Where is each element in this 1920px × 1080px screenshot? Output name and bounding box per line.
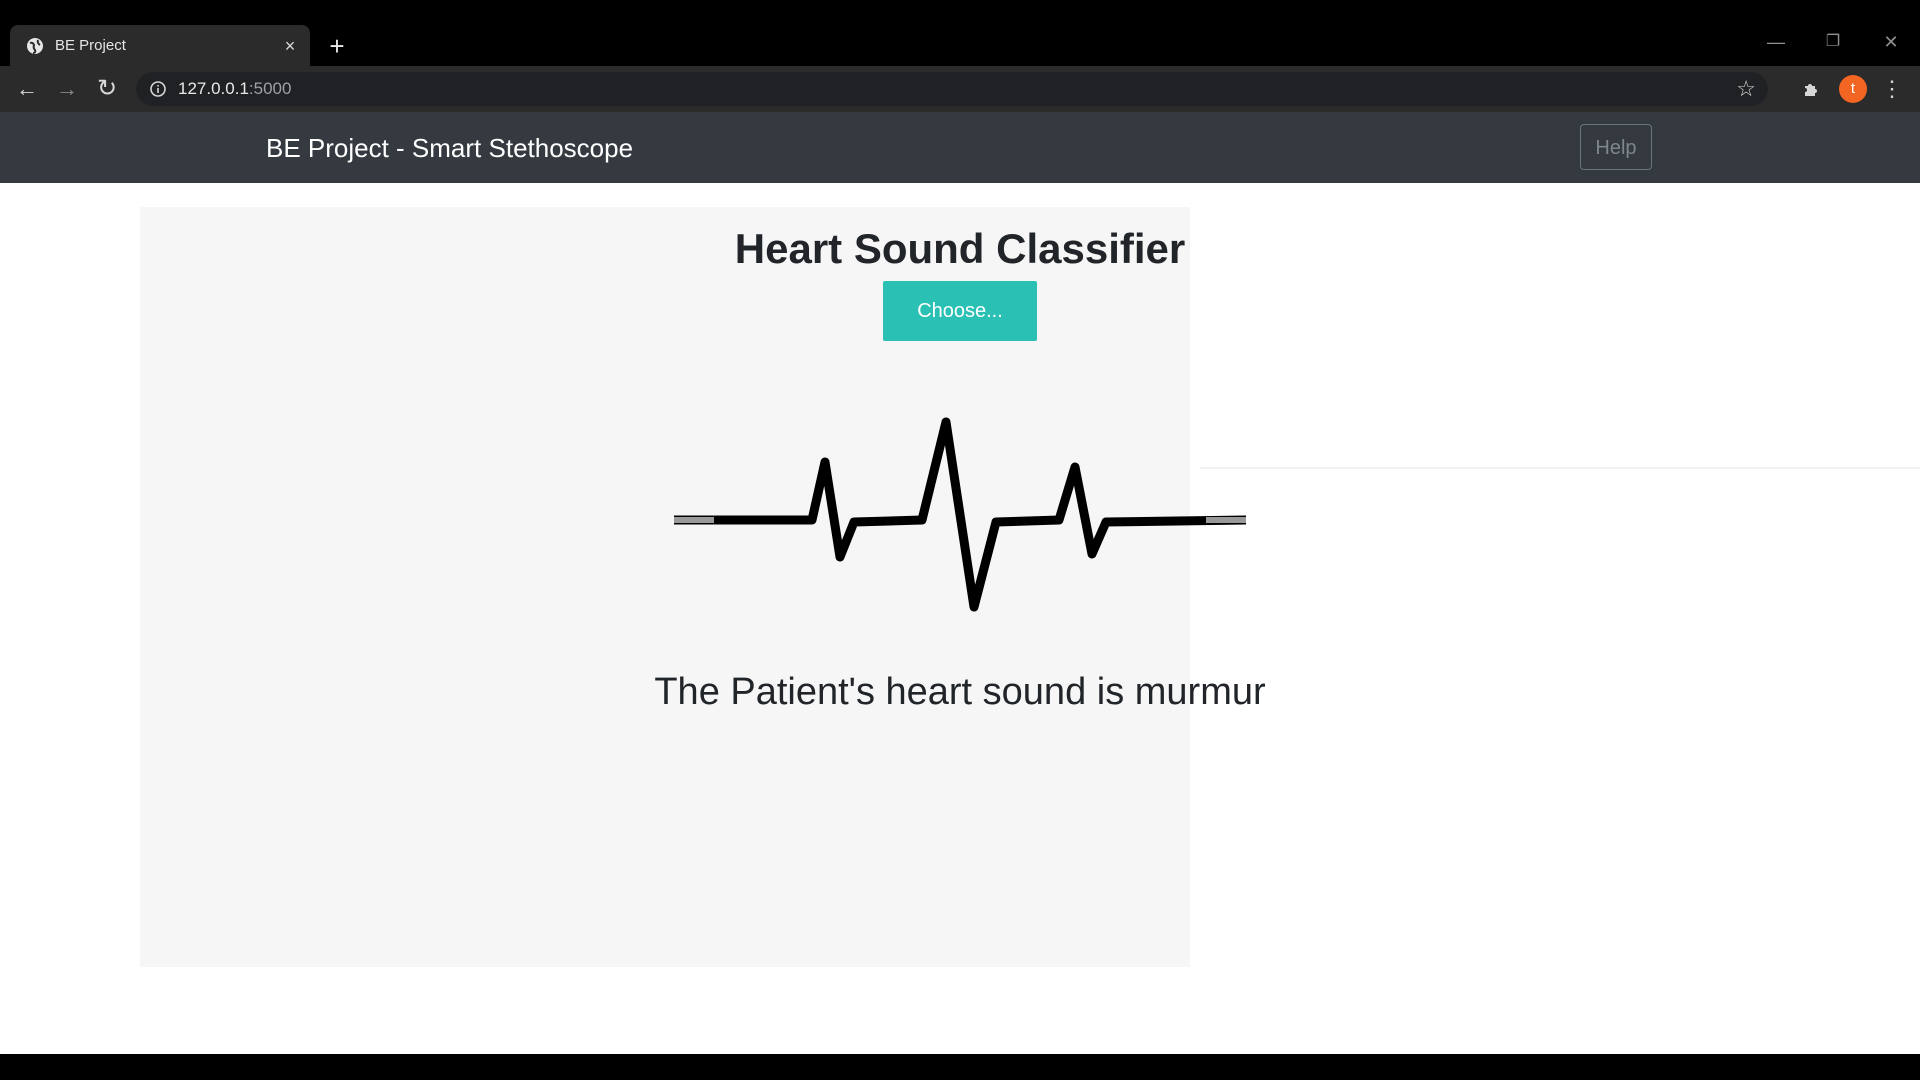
minimize-icon[interactable]: — — [1761, 30, 1791, 54]
page-title: Heart Sound Classifier — [734, 225, 1186, 272]
navbar-brand[interactable]: BE Project - Smart Stethoscope — [266, 132, 633, 164]
browser-toolbar: ← → ↻ 127.0.0.1:5000 ☆ — [0, 66, 1920, 112]
close-window-icon[interactable]: ✕ — [1876, 30, 1906, 54]
url-text: 127.0.0.1:5000 — [178, 80, 291, 98]
restore-icon[interactable]: ❐ — [1818, 30, 1848, 54]
close-tab-icon[interactable]: × — [278, 34, 302, 58]
globe-icon — [27, 38, 43, 54]
reload-icon[interactable]: ↻ — [92, 74, 122, 104]
info-icon[interactable] — [150, 81, 166, 97]
heartbeat-icon — [674, 417, 1246, 612]
tab-title: BE Project — [55, 37, 126, 54]
address-bar[interactable]: 127.0.0.1:5000 ☆ — [136, 72, 1768, 106]
tab-strip: BE Project × + — ❐ ✕ — [0, 0, 1920, 66]
arrow-right-icon[interactable]: → — [52, 74, 82, 104]
profile-avatar[interactable]: t — [1839, 75, 1867, 103]
arrow-left-icon[interactable]: ← — [12, 74, 42, 104]
site-navbar: BE Project - Smart Stethoscope Help — [0, 112, 1920, 183]
bottom-bar — [0, 1054, 1920, 1080]
new-tab-button[interactable]: + — [322, 31, 352, 61]
kebab-menu-icon[interactable]: ⋮ — [1880, 74, 1904, 104]
background-divider — [1200, 467, 1920, 469]
url-host: 127.0.0.1 — [178, 79, 249, 98]
classification-result: The Patient's heart sound is murmur — [654, 671, 1266, 713]
url-port: :5000 — [248, 79, 292, 98]
choose-file-button[interactable]: Choose... — [883, 281, 1037, 341]
star-icon[interactable]: ☆ — [1736, 77, 1756, 101]
page-viewport: BE Project - Smart Stethoscope Help Hear… — [0, 112, 1920, 1054]
browser-tab[interactable]: BE Project × — [10, 25, 310, 66]
help-button[interactable]: Help — [1580, 124, 1652, 170]
puzzle-icon[interactable] — [1797, 74, 1827, 104]
